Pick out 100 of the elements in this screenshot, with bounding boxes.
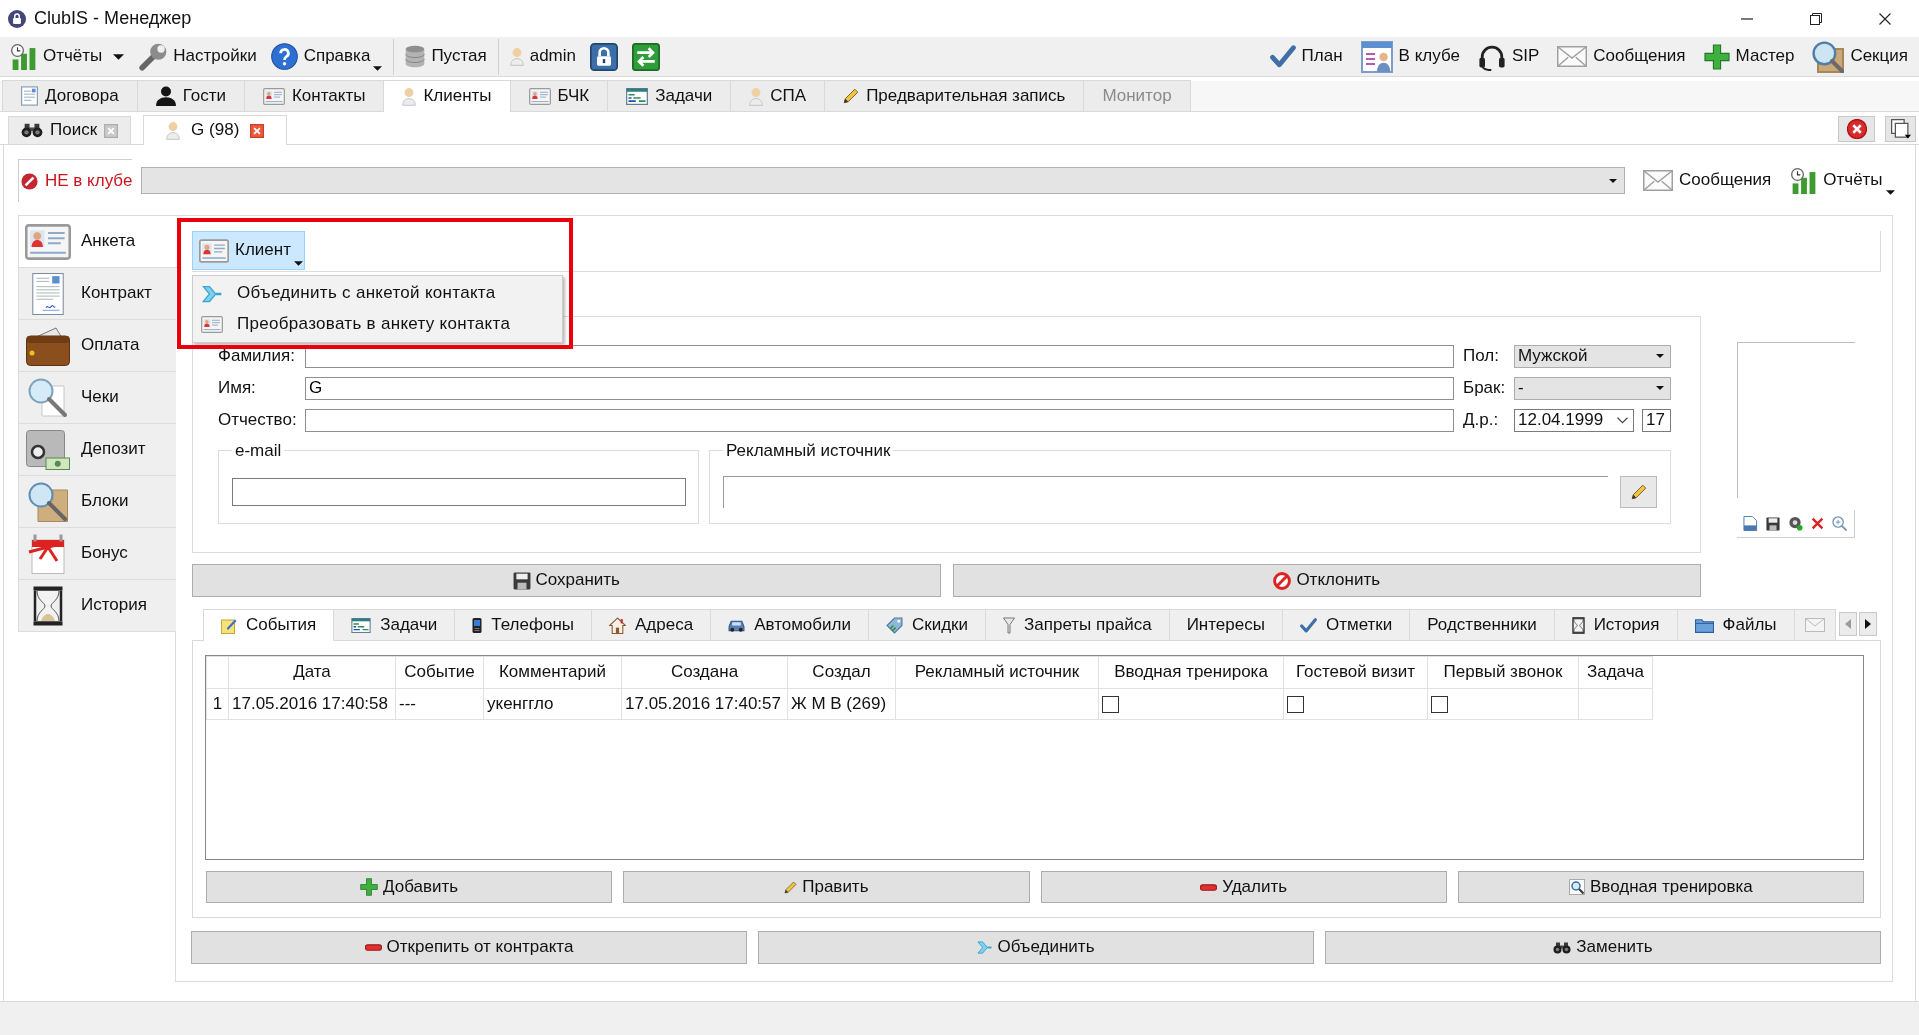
tab[interactable]: Задачи (333, 609, 456, 640)
column-header[interactable]: Первый звонок (1427, 656, 1579, 689)
tab[interactable]: Гости (136, 80, 245, 111)
toolbar-button[interactable]: Справка (263, 39, 390, 74)
header-button[interactable]: Сообщения (1639, 163, 1776, 198)
dropdown-field[interactable] (141, 167, 1625, 194)
checkmark-icon (1269, 45, 1296, 68)
menu-item[interactable]: Объединить с анкетой контакта (193, 278, 562, 309)
sidebar-item[interactable]: Анкета (19, 216, 177, 268)
sidebar-item[interactable]: Депозит (19, 424, 176, 476)
tab[interactable]: Родственники (1409, 609, 1555, 640)
close-button[interactable] (1838, 116, 1875, 142)
dropdown-field[interactable]: - (1514, 376, 1671, 400)
person-icon (166, 121, 181, 140)
tab[interactable]: Отметки (1281, 609, 1411, 640)
tab[interactable]: Скидки (868, 609, 987, 640)
close-icon (1846, 119, 1867, 139)
tab[interactable]: История (1553, 609, 1678, 640)
row-number: 1 (206, 688, 229, 720)
toolbar-button[interactable]: Отчёты (4, 39, 110, 74)
tab[interactable]: Задачи (607, 80, 732, 111)
checkbox[interactable] (1102, 695, 1119, 713)
tab[interactable]: Клиенты (383, 80, 511, 112)
tab[interactable]: События (203, 609, 335, 641)
tab[interactable]: Предварительная запись (824, 80, 1085, 111)
toolbar-button[interactable]: План (1262, 39, 1350, 74)
arrows-icon (632, 42, 660, 71)
plus-icon (360, 878, 379, 896)
toolbar-button[interactable]: Мастер (1696, 39, 1802, 74)
sidebar-item[interactable]: Бонус (19, 528, 176, 580)
add-button[interactable]: Добавить (206, 871, 613, 903)
tab[interactable]: Интересы (1168, 609, 1283, 640)
client-button[interactable]: Клиент (192, 231, 305, 270)
intro-training-button[interactable]: Вводная тренировка (1457, 871, 1864, 903)
column-header[interactable]: Создал (787, 656, 896, 689)
id-card-icon (201, 316, 223, 333)
header-button[interactable]: Отчёты (1787, 163, 1899, 198)
tab[interactable]: G (98) (143, 115, 288, 145)
sidebar-item[interactable]: Контракт (19, 268, 176, 320)
sidebar-item[interactable]: Блоки (19, 476, 176, 528)
scroll-right-button[interactable] (1859, 612, 1877, 636)
text-field[interactable]: G (305, 376, 1454, 400)
close-icon[interactable] (250, 123, 265, 138)
field-label: Фамилия: (218, 345, 296, 367)
hourglass-icon (33, 585, 63, 626)
tab[interactable]: Файлы (1676, 609, 1795, 640)
detach-button[interactable]: Открепить от контракта (191, 931, 747, 964)
edit-button[interactable] (1620, 476, 1657, 508)
toolbar-button[interactable]: В клубе (1353, 39, 1467, 74)
column-header[interactable]: Задача (1578, 656, 1653, 689)
toolbar-button[interactable]: Пустая (398, 39, 494, 74)
replace-button[interactable]: Заменить (1325, 931, 1881, 964)
window-list-button[interactable] (1885, 116, 1916, 142)
window-title: ClubIS - Менеджер (34, 7, 192, 30)
tab[interactable]: БЧК (509, 80, 609, 111)
zoom-in-icon[interactable] (1832, 516, 1847, 531)
tab[interactable]: Автомобили (710, 609, 869, 640)
toolbar-button[interactable]: Сообщения (1550, 39, 1693, 74)
delete-icon[interactable] (1811, 517, 1824, 530)
sidebar-item[interactable]: Оплата (19, 320, 176, 372)
merge-button[interactable]: Объединить (758, 931, 1314, 964)
column-header[interactable]: Вводная тренирока (1098, 656, 1284, 689)
edit-button[interactable]: Править (623, 871, 1030, 903)
tab[interactable]: СПА (730, 80, 826, 111)
tab[interactable]: Договора (2, 80, 138, 111)
tab[interactable]: Поиск (8, 116, 132, 144)
email-field[interactable] (232, 478, 686, 506)
decline-button[interactable]: Отклонить (952, 564, 1701, 597)
wrench-icon (139, 42, 168, 71)
text-field[interactable] (305, 408, 1454, 432)
toolbar-button[interactable]: Секция (1805, 39, 1915, 74)
tab[interactable]: Телефоны (454, 609, 592, 640)
tab[interactable]: Запреты прайса (985, 609, 1170, 640)
column-header[interactable]: Рекламный источник (895, 656, 1099, 689)
column-header[interactable]: Событие (395, 656, 484, 689)
sidebar-item[interactable]: Чеки (19, 372, 176, 424)
text-field[interactable] (305, 344, 1454, 368)
tab[interactable]: Контакты (243, 80, 385, 111)
column-header[interactable]: Дата (228, 656, 396, 689)
chevron-arrow-icon (202, 283, 222, 304)
column-header[interactable]: Гостевой визит (1283, 656, 1428, 689)
column-header[interactable]: Создана (621, 656, 788, 689)
date-field[interactable]: 12.04.1999 (1514, 408, 1634, 432)
dropdown-field[interactable]: Мужской (1514, 344, 1671, 368)
toolbar-button[interactable]: SIP (1470, 39, 1547, 74)
document-icon[interactable] (1743, 516, 1758, 531)
webcam-icon[interactable] (1788, 516, 1803, 531)
envelope-icon (1643, 170, 1673, 191)
tab[interactable]: Адреса (591, 609, 712, 640)
person-icon (749, 86, 764, 106)
delete-button[interactable]: Удалить (1040, 871, 1447, 903)
save-button[interactable]: Сохранить (192, 564, 941, 597)
checkbox[interactable] (1287, 695, 1304, 713)
checkbox[interactable] (1431, 695, 1448, 713)
toolbar-button[interactable]: admin (502, 39, 583, 74)
sidebar-item[interactable]: История (19, 580, 176, 632)
minus-icon (1200, 883, 1218, 891)
toolbar-button[interactable]: Настройки (132, 39, 264, 74)
column-header[interactable]: Комментарий (483, 656, 622, 689)
menu-item[interactable]: Преобразовать в анкету контакта (193, 309, 562, 340)
